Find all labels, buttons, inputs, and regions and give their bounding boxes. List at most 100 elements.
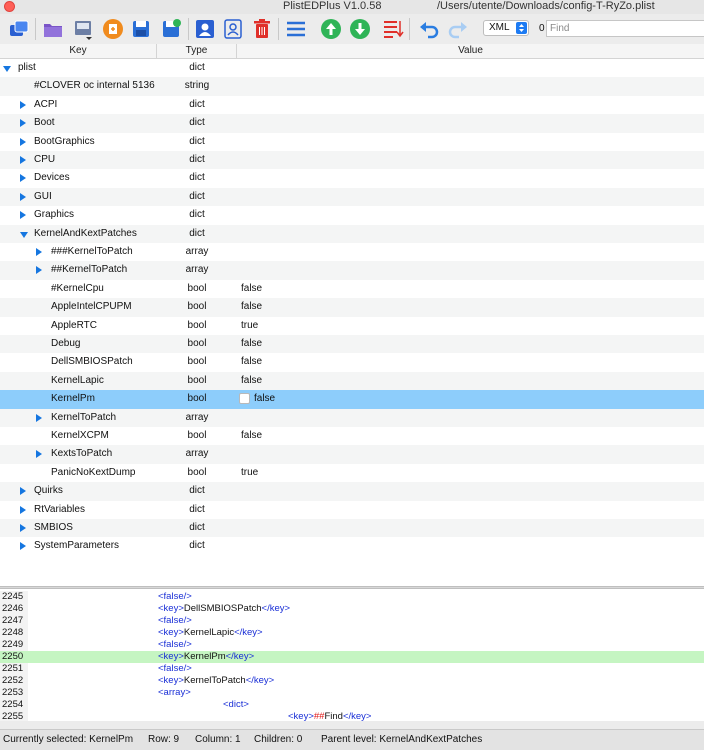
row-key[interactable]: SMBIOS: [34, 519, 73, 537]
disclosure-closed-icon[interactable]: [36, 450, 42, 459]
tree-row[interactable]: KernelPm bool false: [0, 390, 704, 409]
disclosure-closed-icon[interactable]: [20, 192, 26, 201]
row-type[interactable]: dict: [157, 151, 237, 169]
new-window-icon[interactable]: [8, 18, 30, 40]
row-type[interactable]: dict: [157, 96, 237, 114]
row-type[interactable]: dict: [157, 59, 237, 77]
row-type[interactable]: dict: [157, 225, 237, 243]
tree-row[interactable]: plist dict: [0, 59, 704, 77]
find-input[interactable]: [546, 20, 704, 37]
row-key[interactable]: KernelToPatch: [51, 409, 116, 427]
disclosure-closed-icon[interactable]: [20, 119, 26, 128]
disclosure-closed-icon[interactable]: [20, 505, 26, 514]
row-type[interactable]: bool: [157, 427, 237, 445]
row-key[interactable]: AppleIntelCPUPM: [51, 298, 132, 316]
row-type[interactable]: dict: [157, 482, 237, 500]
row-value[interactable]: false: [241, 427, 262, 445]
row-type[interactable]: dict: [157, 114, 237, 132]
row-value[interactable]: false: [254, 390, 275, 408]
tree-row[interactable]: KernelLapic bool false: [0, 371, 704, 391]
tree-row[interactable]: AppleIntelCPUPM bool false: [0, 298, 704, 317]
open-folder-icon[interactable]: [42, 18, 64, 40]
row-value[interactable]: false: [241, 335, 262, 353]
tree-row[interactable]: RtVariables dict: [0, 501, 704, 519]
tree-row[interactable]: ##KernelToPatch array: [0, 261, 704, 280]
row-type[interactable]: dict: [157, 169, 237, 187]
row-type[interactable]: bool: [157, 317, 237, 335]
tree-row[interactable]: Boot dict: [0, 114, 704, 133]
tree-row[interactable]: BootGraphics dict: [0, 133, 704, 151]
row-key[interactable]: Boot: [34, 114, 55, 132]
tree-row[interactable]: GUI dict: [0, 187, 704, 207]
disclosure-closed-icon[interactable]: [20, 211, 26, 220]
column-header-value[interactable]: Value: [237, 44, 704, 58]
row-key[interactable]: GUI: [34, 188, 52, 206]
delete-icon[interactable]: [251, 18, 273, 40]
tree-row[interactable]: Quirks dict: [0, 482, 704, 501]
row-key[interactable]: KernelPm: [51, 390, 95, 408]
row-key[interactable]: Graphics: [34, 206, 74, 224]
row-key[interactable]: BootGraphics: [34, 133, 95, 151]
row-key[interactable]: Debug: [51, 335, 80, 353]
save-icon[interactable]: [130, 18, 152, 40]
disclosure-closed-icon[interactable]: [20, 100, 26, 109]
row-key[interactable]: ACPI: [34, 96, 57, 114]
row-type[interactable]: array: [157, 409, 237, 427]
row-type[interactable]: string: [157, 77, 237, 95]
row-key[interactable]: Quirks: [34, 482, 63, 500]
bool-checkbox[interactable]: [239, 393, 250, 405]
format-select[interactable]: XML: [483, 20, 529, 36]
add-item-icon[interactable]: [102, 18, 124, 40]
disclosure-closed-icon[interactable]: [20, 156, 26, 164]
open-recent-icon[interactable]: [72, 18, 94, 40]
tree-row[interactable]: #KernelCpu bool false: [0, 280, 704, 298]
row-key[interactable]: CPU: [34, 151, 55, 169]
row-key[interactable]: PanicNoKextDump: [51, 464, 135, 482]
row-value[interactable]: false: [241, 353, 262, 371]
xml-source-view[interactable]: 2245 <false/> 2246 <key>DellSMBIOSPatch</ke…: [0, 589, 704, 721]
disclosure-closed-icon[interactable]: [20, 524, 26, 532]
disclosure-open-icon[interactable]: [3, 66, 11, 72]
tree-row[interactable]: ACPI dict: [0, 96, 704, 114]
row-key[interactable]: ###KernelToPatch: [51, 243, 133, 261]
column-header-type[interactable]: Type: [157, 44, 237, 58]
tree-row[interactable]: Debug bool false: [0, 335, 704, 354]
disclosure-closed-icon[interactable]: [20, 542, 26, 551]
disclosure-open-icon[interactable]: [20, 231, 28, 238]
row-type[interactable]: dict: [157, 133, 237, 151]
redo-icon[interactable]: [447, 18, 469, 40]
row-key[interactable]: KextsToPatch: [51, 445, 112, 463]
row-key[interactable]: ##KernelToPatch: [51, 261, 127, 279]
move-down-icon[interactable]: [349, 18, 371, 40]
tree-row[interactable]: KernelToPatch array: [0, 408, 704, 427]
tree-row[interactable]: Graphics dict: [0, 206, 704, 224]
row-type[interactable]: dict: [157, 519, 237, 537]
row-type[interactable]: array: [157, 445, 237, 463]
row-type[interactable]: bool: [157, 372, 237, 390]
tree-row[interactable]: Devices dict: [0, 169, 704, 187]
row-value[interactable]: true: [241, 464, 258, 482]
row-type[interactable]: array: [157, 261, 237, 279]
row-type[interactable]: dict: [157, 501, 237, 519]
tree-row[interactable]: DellSMBIOSPatch bool false: [0, 353, 704, 371]
save-as-icon[interactable]: [160, 18, 182, 40]
row-type[interactable]: bool: [157, 390, 237, 408]
menu-lines-icon[interactable]: [285, 18, 307, 40]
row-value[interactable]: false: [241, 298, 262, 316]
column-header-key[interactable]: Key: [0, 44, 157, 58]
tree-row[interactable]: KextsToPatch array: [0, 445, 704, 464]
disclosure-closed-icon[interactable]: [36, 413, 42, 422]
contact-icon[interactable]: [194, 18, 216, 40]
undo-icon[interactable]: [418, 18, 440, 40]
move-up-icon[interactable]: [320, 18, 342, 40]
disclosure-closed-icon[interactable]: [36, 248, 42, 256]
row-key[interactable]: #CLOVER oc internal 5136: [34, 77, 155, 95]
row-key[interactable]: KernelXCPM: [51, 427, 109, 445]
row-key[interactable]: DellSMBIOSPatch: [51, 353, 133, 371]
tree-row[interactable]: AppleRTC bool true: [0, 317, 704, 335]
disclosure-closed-icon[interactable]: [36, 266, 42, 275]
tree-row[interactable]: ###KernelToPatch array: [0, 243, 704, 261]
row-key[interactable]: #KernelCpu: [51, 280, 104, 298]
tree-row[interactable]: #CLOVER oc internal 5136 string: [0, 77, 704, 96]
row-type[interactable]: bool: [157, 335, 237, 353]
